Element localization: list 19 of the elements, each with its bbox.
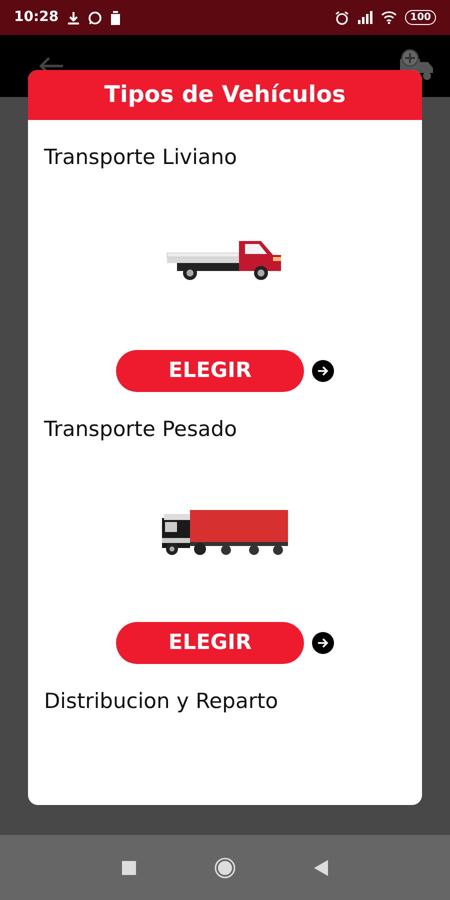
choose-button[interactable]: ELEGIR [116,350,304,392]
wifi-icon [381,11,398,24]
trash-icon [110,10,121,24]
choose-button[interactable]: ELEGIR [116,622,304,664]
arrow-circle-icon[interactable] [312,360,334,382]
status-time: 10:28 [14,8,59,27]
signal-icon [357,11,374,24]
battery-level: 100 [405,10,436,25]
vehicle-title: Distribucion y Reparto [44,688,280,715]
vehicle-title: Transporte Liviano [44,144,238,171]
home-circle-icon[interactable] [214,856,236,878]
arrow-circle-icon[interactable] [312,632,334,654]
recents-square-icon[interactable] [122,860,136,874]
chat-icon [88,10,102,24]
dialog-title: Tipos de Vehículos [104,80,346,110]
vehicle-title: Transporte Pesado [44,416,238,443]
alarm-icon [335,10,350,24]
download-icon [66,10,80,24]
back-triangle-icon[interactable] [314,860,328,876]
